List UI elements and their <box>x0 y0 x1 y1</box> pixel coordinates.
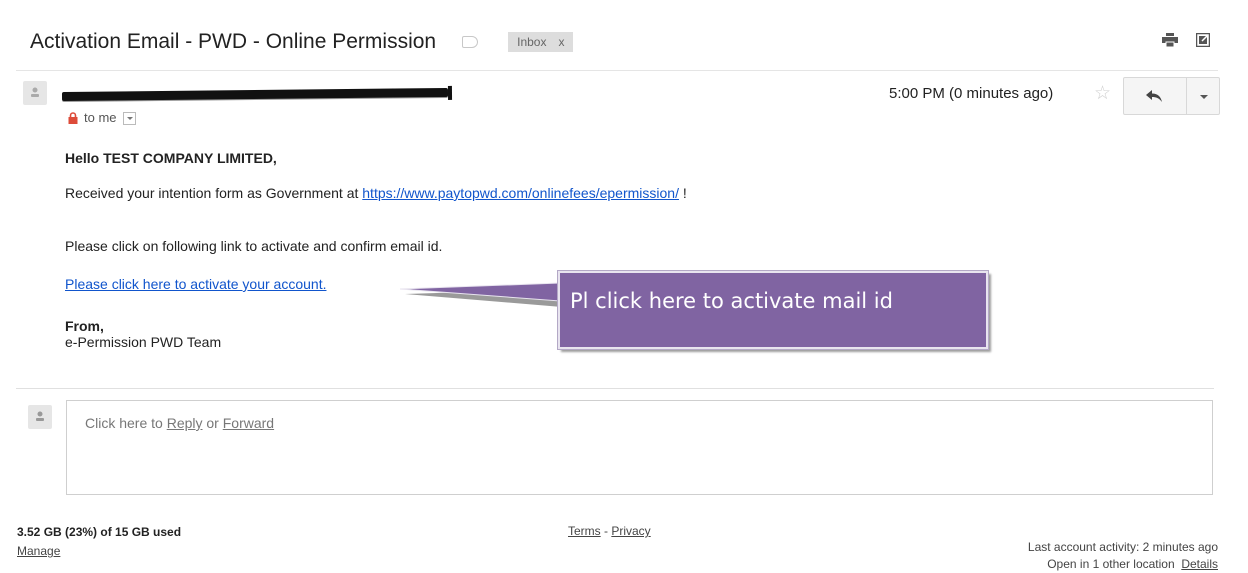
print-icon[interactable] <box>1162 33 1178 47</box>
footer-separator: - <box>600 524 612 538</box>
details-link[interactable]: Details <box>1181 557 1218 571</box>
reply-link[interactable]: Reply <box>167 415 203 431</box>
other-location-text: Open in 1 other location <box>1047 557 1175 571</box>
manage-storage-link[interactable]: Manage <box>17 544 60 558</box>
body-line-suffix: ! <box>678 185 687 201</box>
reply-prompt-or: or <box>202 415 223 431</box>
reply-box[interactable]: Click here to Reply or Forward <box>66 400 1213 495</box>
other-location-row: Open in 1 other location Details <box>1047 557 1218 571</box>
reply-button[interactable] <box>1123 77 1187 115</box>
star-icon[interactable]: ☆ <box>1094 84 1111 103</box>
from-team: e-Permission PWD Team <box>65 334 222 350</box>
forward-link[interactable]: Forward <box>223 415 274 431</box>
more-options-button[interactable] <box>1186 77 1220 115</box>
reply-prompt: Click here to Reply or Forward <box>85 415 274 431</box>
storage-usage: 3.52 GB (23%) of 15 GB used <box>17 525 182 539</box>
new-window-icon[interactable] <box>1196 33 1210 47</box>
reply-prompt-prefix: Click here to <box>85 415 167 431</box>
divider <box>16 388 1214 389</box>
annotation-callout: Pl click here to activate mail id <box>557 270 989 350</box>
my-avatar-icon <box>28 405 52 429</box>
message-timestamp: 5:00 PM (0 minutes ago) <box>889 85 1054 102</box>
terms-link[interactable]: Terms <box>568 524 601 538</box>
last-account-activity: Last account activity: 2 minutes ago <box>1027 540 1218 554</box>
privacy-link[interactable]: Privacy <box>611 524 650 538</box>
footer-links: Terms - Privacy <box>568 524 651 538</box>
reply-icon <box>1146 90 1162 102</box>
callout-pointer <box>399 282 562 307</box>
